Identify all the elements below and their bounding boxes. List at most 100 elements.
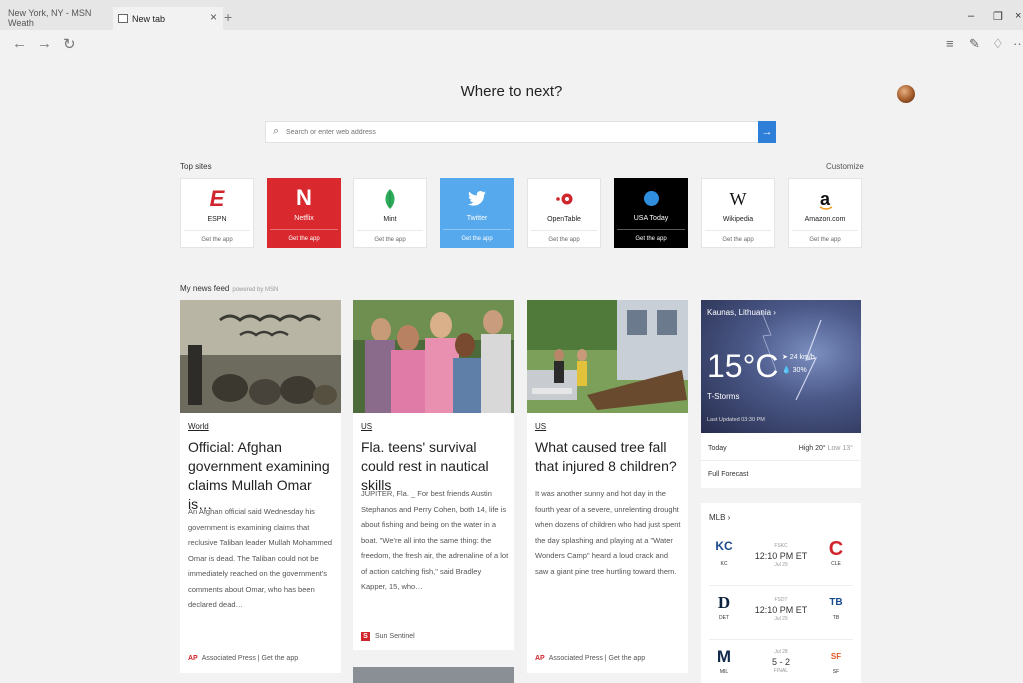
wikipedia-logo: W <box>729 188 747 209</box>
top-site-opentable[interactable]: OpenTable Get the app <box>527 178 601 248</box>
indians-logo: C <box>828 538 844 560</box>
news-summary: JUPITER, Fla. _ For best friends Austin … <box>361 489 509 591</box>
site-name: Netflix <box>294 215 314 222</box>
news-photo <box>180 300 341 413</box>
top-site-mint[interactable]: Mint Get the app <box>353 178 427 248</box>
game-date: Jul 28 <box>774 649 788 655</box>
minimize-icon[interactable]: – <box>968 10 974 22</box>
game-score: 5 - 2 <box>771 657 790 667</box>
refresh-icon[interactable]: ↻ <box>63 35 76 53</box>
share-icon[interactable]: ♢ <box>992 36 1004 52</box>
news-card[interactable]: World Official: Afghan government examin… <box>180 300 341 673</box>
news-card-next-photo[interactable] <box>353 667 514 683</box>
weather-updated: Last Updated 03:30 PM <box>707 417 765 423</box>
away-team: KC KC <box>709 539 739 567</box>
weather-image: Kaunas, Lithuania › 15°C ➤ 24 km/h 💧 30%… <box>701 300 861 433</box>
full-forecast-link[interactable]: Full Forecast <box>708 471 748 478</box>
top-site-wikipedia[interactable]: W Wikipedia Get the app <box>701 178 775 248</box>
go-arrow-icon[interactable]: → <box>758 121 776 143</box>
news-source[interactable]: AP Associated Press | Get the app <box>535 655 645 662</box>
weather-precipitation: 💧 30% <box>782 367 807 374</box>
news-source[interactable]: S Sun Sentinel <box>361 632 415 641</box>
hub-icon[interactable]: ≡ <box>946 36 954 51</box>
weather-wind: ➤ 24 km/h <box>782 354 815 361</box>
get-the-app-link[interactable]: Get the app <box>528 237 600 243</box>
newtab-tab-icon <box>118 14 128 23</box>
get-the-app-link[interactable]: Get the app <box>702 237 774 243</box>
amazon-logo: a <box>819 188 833 210</box>
top-sites-label: Top sites <box>180 162 212 171</box>
tab-new-tab[interactable]: New tab × <box>113 7 223 30</box>
news-summary: It was another sunny and hot day in the … <box>535 489 681 576</box>
usa-today-logo <box>614 186 688 210</box>
customize-link[interactable]: Customize <box>826 162 864 171</box>
search-input[interactable] <box>286 125 756 139</box>
game-network: FSKC <box>774 543 788 549</box>
ap-logo: AP <box>188 655 198 662</box>
get-the-app-link[interactable]: Get the app <box>267 236 341 242</box>
forward-icon[interactable]: → <box>37 35 52 52</box>
news-category[interactable]: US <box>535 422 546 431</box>
get-the-app-link[interactable]: Get the app <box>440 236 514 242</box>
page-title: Where to next? <box>460 83 563 100</box>
top-site-twitter[interactable]: Twitter Get the app <box>440 178 514 248</box>
weather-temperature: 15°C <box>707 348 779 384</box>
news-title[interactable]: What caused tree fall that injured 8 chi… <box>535 438 683 476</box>
mlb-scores-card[interactable]: MLB › KC KC FSKC 12:10 PM ET Jul 29 C CL… <box>701 503 861 683</box>
mint-leaf-icon <box>354 187 426 211</box>
weather-card[interactable]: Kaunas, Lithuania › 15°C ➤ 24 km/h 💧 30%… <box>701 300 861 488</box>
game-date: Jul 29 <box>774 616 788 622</box>
navigation-bar: ← → ↻ ≡ ✎ ♢ ··· <box>0 30 1023 60</box>
maximize-icon[interactable]: ❐ <box>993 10 1003 23</box>
get-the-app-link[interactable]: Get the app <box>789 237 861 243</box>
tab-weather[interactable]: New York, NY - MSN Weath <box>8 7 720 318</box>
opentable-logo <box>528 187 600 211</box>
news-category[interactable]: World <box>188 422 209 431</box>
top-site-espn[interactable]: E ESPN Get the app <box>180 178 254 248</box>
back-icon[interactable]: ← <box>12 35 27 52</box>
brewers-logo: M <box>716 647 732 666</box>
game-row[interactable]: D DET FSDT 12:10 PM ET Jul 29 TB TB <box>701 585 861 637</box>
site-name: OpenTable <box>547 216 581 223</box>
avatar[interactable] <box>897 85 915 103</box>
netflix-logo: N <box>296 185 312 210</box>
top-site-netflix[interactable]: N Netflix Get the app <box>267 178 341 248</box>
get-the-app-link[interactable]: Get the app <box>354 237 426 243</box>
game-status: FINAL <box>773 668 789 674</box>
news-source[interactable]: AP Associated Press | Get the app <box>188 655 298 662</box>
weather-location[interactable]: Kaunas, Lithuania › <box>707 308 776 317</box>
new-tab-plus-icon[interactable]: + <box>224 9 232 25</box>
home-team: TB TB <box>821 593 851 621</box>
site-name: Twitter <box>466 215 488 222</box>
top-site-usa-today[interactable]: USA Today Get the app <box>614 178 688 248</box>
tigers-logo: D <box>717 593 731 612</box>
news-feed-label: My news feed powered by MSN <box>180 284 279 293</box>
site-name: USA Today <box>633 215 669 222</box>
news-card[interactable]: US Fla. teens' survival could rest in na… <box>353 300 514 650</box>
news-card[interactable]: US What caused tree fall that injured 8 … <box>527 300 688 673</box>
game-row[interactable]: KC KC FSKC 12:10 PM ET Jul 29 C CLE <box>701 533 861 585</box>
rays-logo: TB <box>829 597 843 608</box>
royals-logo: KC <box>715 539 733 553</box>
site-name: Mint <box>383 216 397 223</box>
ap-logo: AP <box>535 655 545 662</box>
get-the-app-link[interactable]: Get the app <box>614 236 688 242</box>
powered-by-msn: powered by MSN <box>232 287 279 293</box>
window-close-icon[interactable]: × <box>1015 10 1021 22</box>
news-category[interactable]: US <box>361 422 372 431</box>
tab-label: New York, NY - MSN Weath <box>8 8 92 28</box>
top-site-amazon[interactable]: a Amazon.com Get the app <box>788 178 862 248</box>
news-photo <box>527 300 688 413</box>
web-note-icon[interactable]: ✎ <box>969 36 980 52</box>
close-tab-icon[interactable]: × <box>210 10 217 24</box>
get-the-app-link[interactable]: Get the app <box>181 237 253 243</box>
game-row[interactable]: M MIL Jul 28 5 - 2 FINAL SF SF <box>701 639 861 683</box>
more-icon[interactable]: ··· <box>1013 36 1023 51</box>
mlb-header[interactable]: MLB › <box>709 513 730 522</box>
news-summary: An Afghan official said Wednesday his go… <box>188 507 333 609</box>
news-title[interactable]: Official: Afghan government examining cl… <box>188 438 336 514</box>
game-network: FSDT <box>774 597 788 603</box>
search-box[interactable]: ⌕ → <box>265 121 776 143</box>
news-photo <box>353 300 514 413</box>
game-date: Jul 29 <box>774 562 788 568</box>
